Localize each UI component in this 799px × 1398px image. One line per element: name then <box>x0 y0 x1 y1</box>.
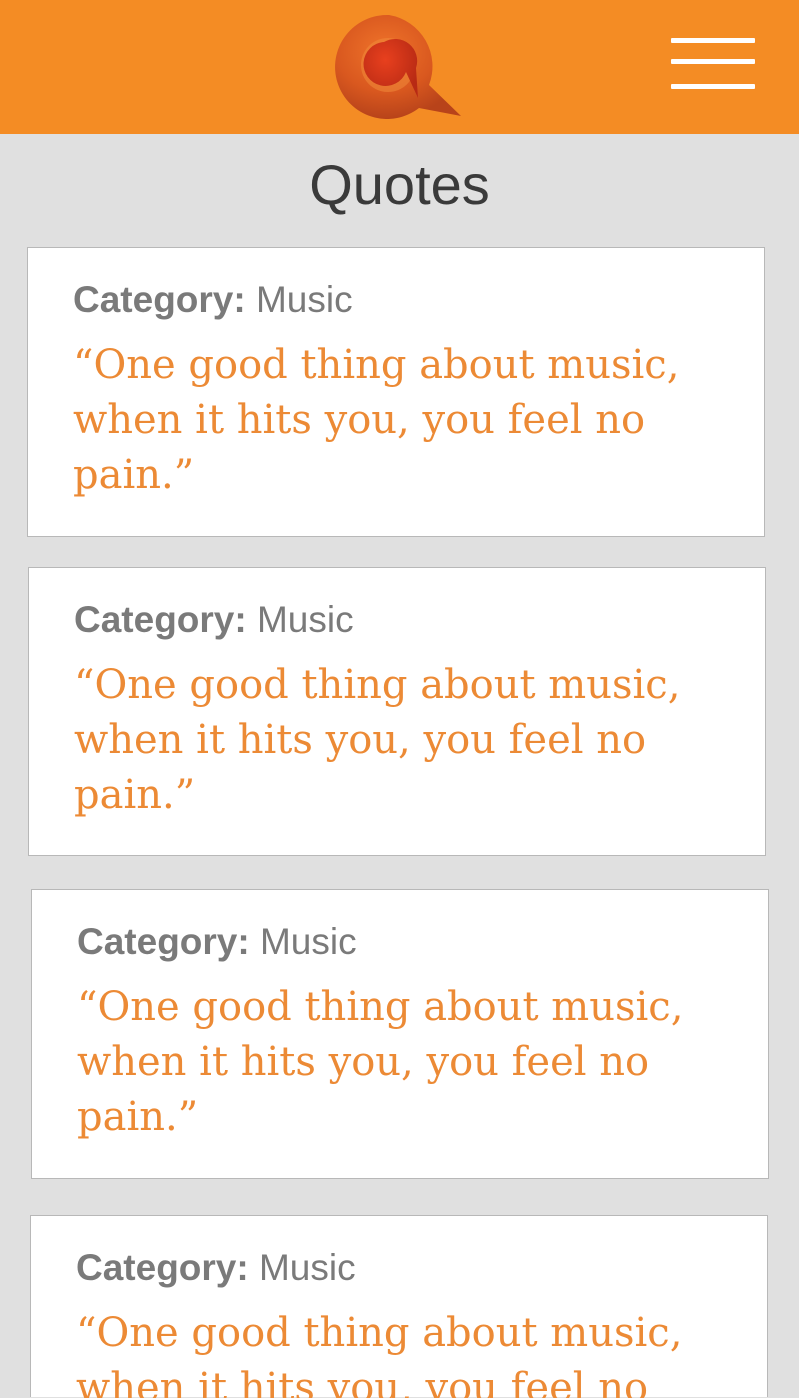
category-value: Music <box>255 279 353 320</box>
category-value: Music <box>256 599 354 640</box>
quote-category: Category: Music <box>77 922 357 962</box>
app-header <box>0 0 799 134</box>
quote-category: Category: Music <box>73 280 353 320</box>
quote-text: “One good thing about music, when it hit… <box>74 662 681 818</box>
quote-card[interactable]: Category: Music “One good thing about mu… <box>28 567 766 856</box>
menu-line <box>671 38 755 43</box>
quote-text: “One good thing about music, when it hit… <box>76 1310 683 1398</box>
quote-card[interactable]: Category: Music “One good thing about mu… <box>31 889 769 1179</box>
category-label: Category: <box>73 279 246 320</box>
menu-line <box>671 84 755 89</box>
category-label: Category: <box>77 921 250 962</box>
q-logo-icon[interactable] <box>334 10 464 120</box>
category-label: Category: <box>74 599 247 640</box>
quote-text: “One good thing about music, when it hit… <box>77 984 684 1140</box>
quote-card[interactable]: Category: Music “One good thing about mu… <box>30 1215 768 1398</box>
category-value: Music <box>259 921 357 962</box>
quote-text: “One good thing about music, when it hit… <box>73 342 680 498</box>
menu-line <box>671 59 755 64</box>
hamburger-menu-button[interactable] <box>668 34 758 94</box>
quote-category: Category: Music <box>74 600 354 640</box>
page-title: Quotes <box>309 153 490 216</box>
category-value: Music <box>258 1247 356 1288</box>
quote-card[interactable]: Category: Music “One good thing about mu… <box>27 247 765 537</box>
quote-category: Category: Music <box>76 1248 356 1288</box>
category-label: Category: <box>76 1247 249 1288</box>
